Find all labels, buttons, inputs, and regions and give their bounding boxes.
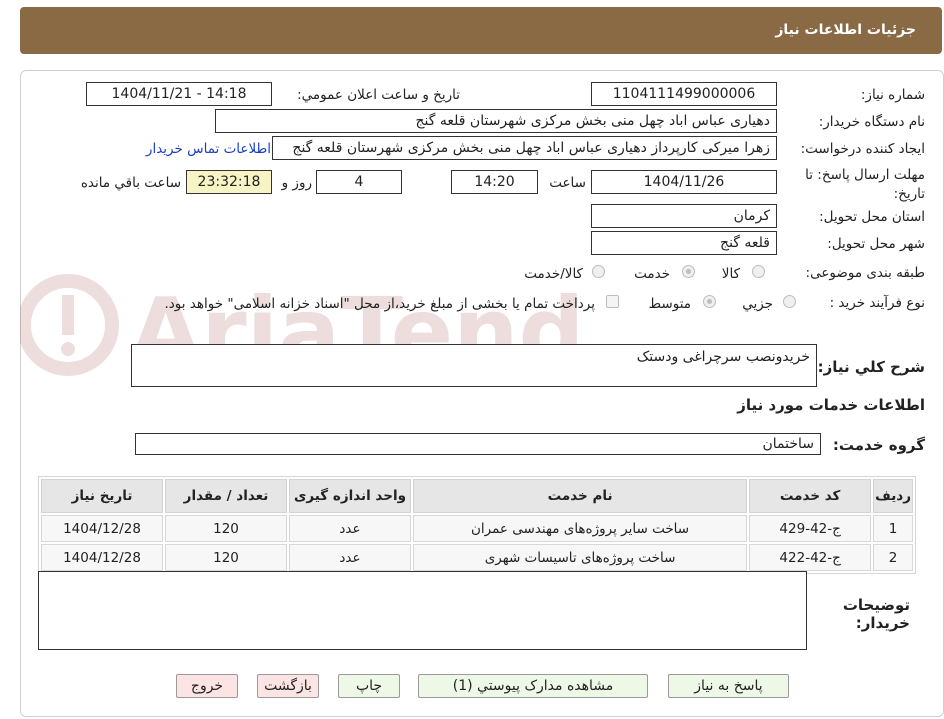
cell-service-name: ساخت پروژه‌های تاسیسات شهری xyxy=(413,544,748,571)
deadline-time-field: 14:20 xyxy=(451,170,538,194)
category-option-goods-service: کالا/خدمت xyxy=(524,266,583,282)
purchase-type-label: نوع فرآيند خريد : xyxy=(829,295,925,311)
category-option-goods: کالا xyxy=(721,266,740,282)
col-quantity: تعداد / مقدار xyxy=(165,479,287,513)
category-option-service: خدمت xyxy=(634,266,670,282)
need-number-label: شماره نیاز: xyxy=(860,87,925,103)
need-summary-textarea[interactable]: خریدونصب سرچراغی ودستک xyxy=(131,344,817,387)
category-label: طبقه بندی موضوعی: xyxy=(805,265,925,281)
buyer-notes-label-2: خريدار: xyxy=(855,614,910,632)
city-field: قلعه گنج xyxy=(591,231,777,255)
cell-need-date: 1404/12/28 xyxy=(41,544,163,571)
province-label: استان محل تحويل: xyxy=(819,209,925,225)
purchase-option-minor: جزيي xyxy=(742,296,773,312)
table-header-row: رديف کد خدمت نام خدمت واحد اندازه گيری ت… xyxy=(41,479,913,513)
reply-button[interactable]: پاسخ به نياز xyxy=(668,674,789,698)
col-service-name: نام خدمت xyxy=(413,479,748,513)
service-group-label: گروه خدمت: xyxy=(832,436,925,454)
buyer-notes-textarea[interactable] xyxy=(38,571,807,650)
cell-need-date: 1404/12/28 xyxy=(41,515,163,542)
deadline-label-date: تاريخ: xyxy=(893,186,925,202)
cell-service-code: ج-42-429 xyxy=(749,515,872,542)
need-number-field: 1104111499000006 xyxy=(591,82,777,106)
announce-datetime-field: 1404/11/21 - 14:18 xyxy=(86,82,272,106)
days-field: 4 xyxy=(316,170,402,194)
requester-field: زهرا میرکی کارپرداز دهیاری عباس اباد چهل… xyxy=(272,136,777,160)
col-row-number: رديف xyxy=(873,479,913,513)
deadline-date-field: 1404/11/26 xyxy=(591,170,777,194)
services-table-wrap: رديف کد خدمت نام خدمت واحد اندازه گيری ت… xyxy=(38,476,916,574)
services-section-title: اطلاعات خدمات مورد نياز xyxy=(737,396,925,414)
services-table: رديف کد خدمت نام خدمت واحد اندازه گيری ت… xyxy=(39,477,915,573)
buyer-org-label: نام دستگاه خريدار: xyxy=(818,114,925,130)
province-field: کرمان xyxy=(591,204,777,228)
buyer-org-field: دهیاری عباس اباد چهل منی بخش مرکزی شهرست… xyxy=(215,109,777,133)
announce-datetime-label: تاریخ و ساعت اعلان عمومي: xyxy=(297,87,460,103)
cell-quantity: 120 xyxy=(165,544,287,571)
cell-row-number: 1 xyxy=(873,515,913,542)
deadline-time-label: ساعت xyxy=(549,175,586,191)
view-attachments-button[interactable]: مشاهده مدارک پيوستي (1) xyxy=(418,674,648,698)
back-button[interactable]: بازگشت xyxy=(257,674,319,698)
buyer-notes-label: توضيحات xyxy=(842,596,910,614)
page-header: جزئیات اطلاعات نیاز xyxy=(20,7,942,54)
cell-service-code: ج-42-422 xyxy=(749,544,872,571)
table-row: 1 ج-42-429 ساخت سایر پروژه‌های مهندسی عم… xyxy=(41,515,913,542)
need-summary-label: شرح کلي نياز: xyxy=(817,358,925,376)
category-radio-service[interactable] xyxy=(682,265,695,278)
requester-label: ايجاد کننده درخواست: xyxy=(800,141,925,157)
cell-service-name: ساخت سایر پروژه‌های مهندسی عمران xyxy=(413,515,748,542)
city-label: شهر محل تحويل: xyxy=(827,236,925,252)
treasury-payment-note: پرداخت تمام يا بخشی از مبلغ خريد،از محل … xyxy=(164,296,595,312)
remaining-label: ساعت باقي مانده xyxy=(80,175,181,191)
print-button[interactable]: چاپ xyxy=(338,674,400,698)
purchase-radio-medium[interactable] xyxy=(703,295,716,308)
treasury-payment-checkbox[interactable] xyxy=(606,295,619,308)
remaining-time-field: 23:32:18 xyxy=(186,170,272,194)
col-need-date: تاريخ نياز xyxy=(41,479,163,513)
cell-row-number: 2 xyxy=(873,544,913,571)
category-radio-goods[interactable] xyxy=(752,265,765,278)
days-label: روز و xyxy=(281,175,312,191)
purchase-option-medium: متوسط xyxy=(648,296,691,312)
page-title: جزئیات اطلاعات نیاز xyxy=(775,22,916,38)
cell-quantity: 120 xyxy=(165,515,287,542)
category-radio-goods-service[interactable] xyxy=(592,265,605,278)
purchase-radio-minor[interactable] xyxy=(783,295,796,308)
cell-unit: عدد xyxy=(289,544,411,571)
col-service-code: کد خدمت xyxy=(749,479,872,513)
col-unit: واحد اندازه گيری xyxy=(289,479,411,513)
buyer-contact-link[interactable]: اطلاعات تماس خريدار xyxy=(146,141,271,157)
deadline-label: مهلت ارسال پاسخ: تا xyxy=(805,167,925,183)
table-row: 2 ج-42-422 ساخت پروژه‌های تاسیسات شهری ع… xyxy=(41,544,913,571)
cell-unit: عدد xyxy=(289,515,411,542)
service-group-field: ساختمان xyxy=(135,433,821,455)
exit-button[interactable]: خروج xyxy=(176,674,238,698)
